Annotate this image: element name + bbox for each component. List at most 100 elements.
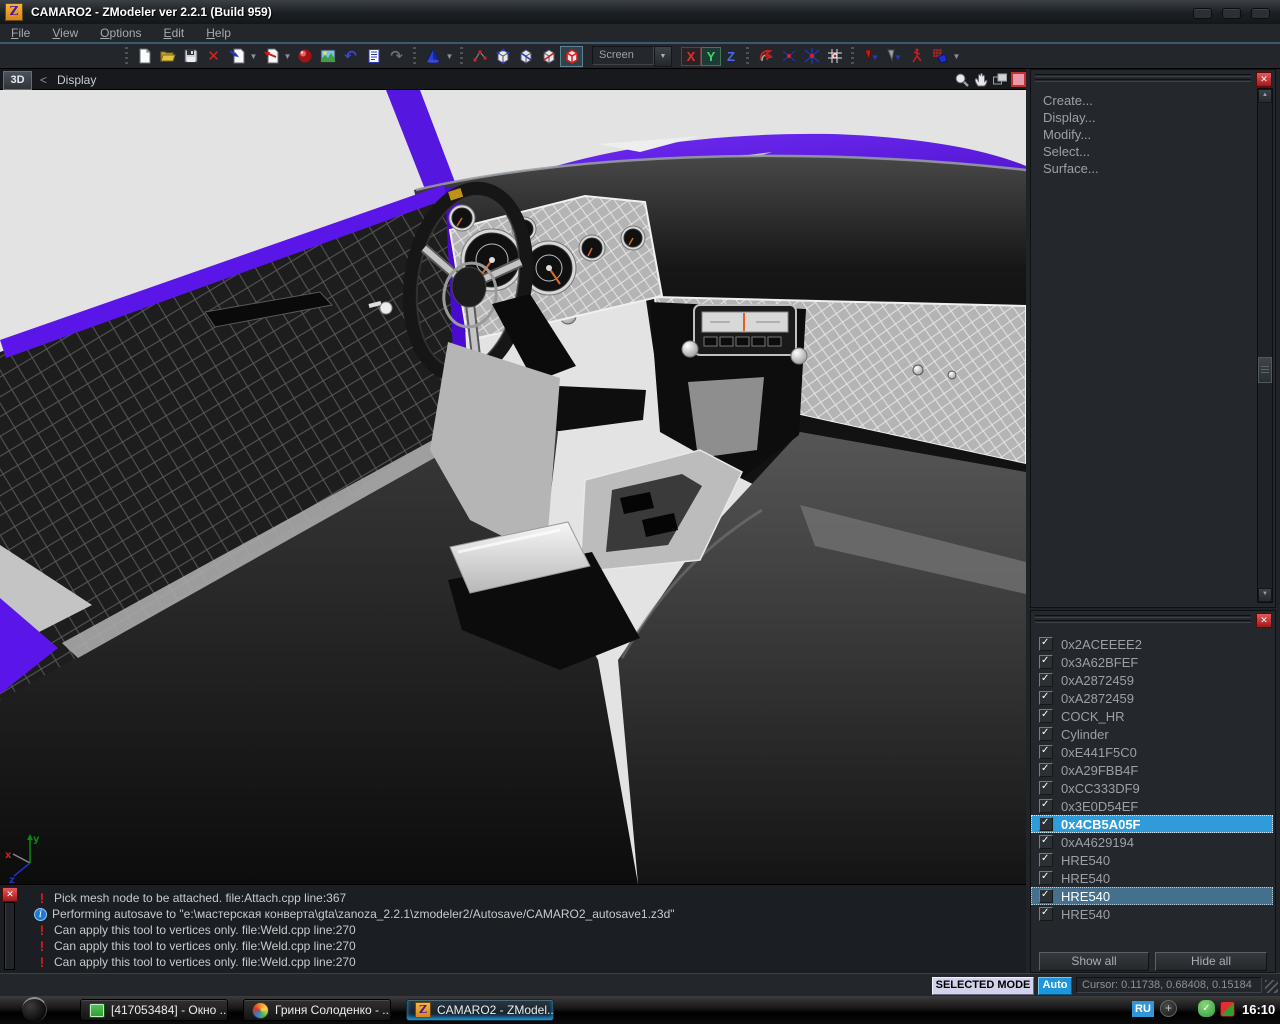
menu-edit[interactable]: Edit	[153, 26, 196, 40]
antivirus-icon[interactable]: ✓	[1198, 1000, 1215, 1017]
object-row[interactable]: COCK_HR	[1031, 707, 1273, 725]
maximize-button[interactable]	[1222, 8, 1241, 19]
command-select[interactable]: Select...	[1043, 143, 1275, 160]
edges-mode-icon[interactable]	[491, 46, 514, 67]
views-configuration-icon[interactable]	[362, 46, 385, 67]
polygons-mode-icon[interactable]	[537, 46, 560, 67]
toolbar-grip[interactable]	[851, 47, 854, 65]
primitive-dropdown-icon[interactable]: ▼	[444, 46, 455, 67]
3d-viewport[interactable]: x y z	[0, 90, 1026, 884]
select-claw-icon[interactable]	[754, 46, 777, 67]
scroll-up-icon[interactable]: ▲	[1258, 89, 1272, 103]
axis-z-button[interactable]: Z	[721, 47, 741, 66]
command-display[interactable]: Display...	[1043, 109, 1275, 126]
3d-viewport-canvas[interactable]: x y z	[0, 90, 1026, 884]
axis-x-button[interactable]: X	[681, 47, 701, 66]
checkbox-icon[interactable]	[1039, 835, 1053, 849]
object-row[interactable]: 0x3A62BFEF	[1031, 653, 1273, 671]
hide-all-button[interactable]: Hide all	[1155, 952, 1267, 971]
checkbox-icon[interactable]	[1039, 655, 1053, 669]
menu-view[interactable]: View	[41, 26, 89, 40]
menu-help[interactable]: Help	[195, 26, 242, 40]
move-vertex-icon[interactable]	[777, 46, 800, 67]
object-row[interactable]: 0xCC333DF9	[1031, 779, 1273, 797]
checkbox-icon[interactable]	[1039, 781, 1053, 795]
checkbox-icon[interactable]	[1039, 853, 1053, 867]
language-indicator[interactable]: RU	[1132, 1001, 1154, 1017]
grid-snap-icon[interactable]	[823, 46, 846, 67]
command-modify[interactable]: Modify...	[1043, 126, 1275, 143]
object-row[interactable]: 0xE441F5C0	[1031, 743, 1273, 761]
attach-mesh-icon[interactable]	[928, 46, 951, 67]
bones-icon[interactable]	[905, 46, 928, 67]
vertices-mode-icon[interactable]	[468, 46, 491, 67]
weld-target-icon[interactable]	[859, 46, 882, 67]
create-primitive-icon[interactable]	[421, 46, 444, 67]
material-editor-icon[interactable]	[293, 46, 316, 67]
resize-grip[interactable]	[1265, 980, 1278, 993]
object-row[interactable]: HRE540	[1031, 887, 1273, 905]
checkbox-icon[interactable]	[1039, 871, 1053, 885]
close-log-icon[interactable]: ✕	[2, 887, 18, 902]
open-file-icon[interactable]	[156, 46, 179, 67]
save-icon[interactable]	[179, 46, 202, 67]
object-row[interactable]: 0xA29FBB4F	[1031, 761, 1273, 779]
close-panel-icon[interactable]: ✕	[1256, 613, 1272, 628]
menu-file[interactable]: File	[0, 26, 41, 40]
delete-icon[interactable]: ✕	[202, 46, 225, 67]
toolbar-grip[interactable]	[413, 47, 416, 65]
scale-vertex-icon[interactable]	[800, 46, 823, 67]
scroll-down-icon[interactable]: ▼	[1258, 588, 1272, 602]
attach-dropdown-icon[interactable]: ▼	[951, 46, 962, 67]
objects-mode-icon[interactable]	[560, 46, 583, 67]
import-icon[interactable]	[225, 46, 248, 67]
viewport-view-name[interactable]: Display	[57, 73, 96, 87]
axes-space-dropdown[interactable]: Screen ▼	[592, 46, 672, 67]
checkbox-icon[interactable]	[1039, 691, 1053, 705]
object-row[interactable]: 0xA4629194	[1031, 833, 1273, 851]
expand-tray-icon[interactable]: +	[1160, 1000, 1177, 1017]
close-view-icon[interactable]	[1010, 71, 1027, 88]
taskbar-clock[interactable]: 16:10	[1242, 1002, 1275, 1017]
object-row[interactable]: HRE540	[1031, 851, 1273, 869]
object-row[interactable]: 0x4CB5A05F	[1031, 815, 1273, 833]
object-row[interactable]: HRE540	[1031, 869, 1273, 887]
checkbox-icon[interactable]	[1039, 907, 1053, 921]
title-bar[interactable]: Z CAMARO2 - ZModeler ver 2.2.1 (Build 95…	[0, 0, 1280, 24]
axis-y-button[interactable]: Y	[701, 47, 721, 66]
toolbar-grip[interactable]	[125, 47, 128, 65]
start-button[interactable]	[22, 997, 47, 1022]
zoom-icon[interactable]	[953, 71, 970, 88]
toolbar-grip[interactable]	[460, 47, 463, 65]
log-scrollbar[interactable]	[4, 902, 15, 970]
taskbar-task-messenger[interactable]: [417053484] - Окно ...	[80, 999, 228, 1021]
scrollbar-thumb[interactable]	[1258, 357, 1272, 383]
checkbox-icon[interactable]	[1039, 817, 1053, 831]
menu-options[interactable]: Options	[89, 26, 152, 40]
import-dropdown-icon[interactable]: ▼	[248, 46, 259, 67]
messenger-icon[interactable]	[1220, 1001, 1235, 1017]
pan-icon[interactable]	[972, 71, 989, 88]
maximize-view-icon[interactable]	[991, 71, 1008, 88]
checkbox-icon[interactable]	[1039, 637, 1053, 651]
undo-icon[interactable]: ↶	[339, 46, 362, 67]
texture-browser-icon[interactable]	[316, 46, 339, 67]
object-row[interactable]: Cylinder	[1031, 725, 1273, 743]
command-surface[interactable]: Surface...	[1043, 160, 1275, 177]
object-row[interactable]: 0xA2872459	[1031, 671, 1273, 689]
redo-icon[interactable]: ↷	[385, 46, 408, 67]
export-icon[interactable]	[259, 46, 282, 67]
weld-average-icon[interactable]	[882, 46, 905, 67]
checkbox-icon[interactable]	[1039, 799, 1053, 813]
auto-toggle[interactable]: Auto	[1038, 977, 1072, 995]
checkbox-icon[interactable]	[1039, 673, 1053, 687]
taskbar-task-zmodeler[interactable]: Z CAMARO2 - ZModel...	[406, 999, 554, 1021]
commands-scrollbar[interactable]: ▲ ▼	[1257, 88, 1273, 603]
commands-panel-header[interactable]: ✕	[1031, 70, 1275, 86]
object-row[interactable]: 0x2ACEEEE2	[1031, 635, 1273, 653]
viewport-3d-tab[interactable]: 3D	[3, 71, 32, 90]
checkbox-icon[interactable]	[1039, 709, 1053, 723]
object-row[interactable]: HRE540	[1031, 905, 1273, 923]
checkbox-icon[interactable]	[1039, 727, 1053, 741]
show-all-button[interactable]: Show all	[1039, 952, 1149, 971]
